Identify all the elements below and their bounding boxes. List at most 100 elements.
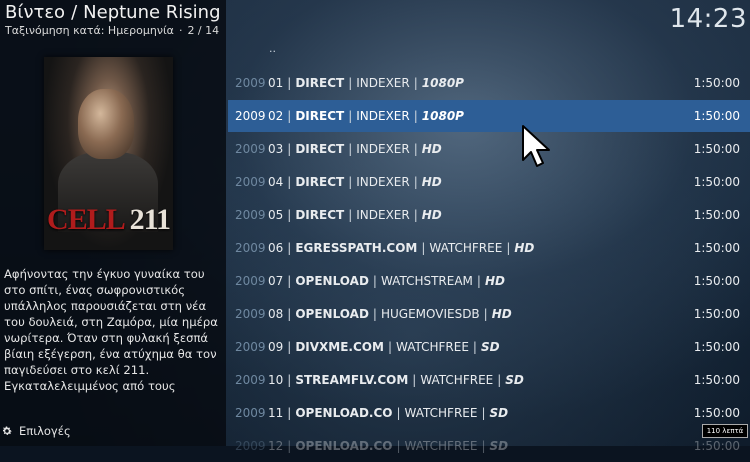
source-row[interactable]: 2009 02 | DIRECT | INDEXER | 1080P 1:50:00 — [228, 100, 750, 132]
row-number: 02 — [268, 109, 284, 123]
gear-icon — [2, 426, 12, 435]
poster-title: CELL 211 — [44, 203, 173, 237]
row-duration: 1:50:00 — [693, 307, 740, 321]
row-separator: | — [483, 307, 488, 321]
row-year: 2009 — [235, 373, 266, 387]
poster-figure-head — [78, 89, 134, 159]
row-provider: WATCHFREE — [429, 241, 503, 255]
row-separator: | — [413, 76, 418, 90]
row-quality: 1080P — [421, 76, 464, 90]
row-quality: SD — [489, 439, 509, 453]
row-label: 06 | EGRESSPATH.COM | WATCHFREE | HD — [268, 241, 680, 255]
row-duration: 1:50:00 — [693, 208, 740, 222]
row-separator: | — [287, 208, 292, 222]
row-separator: | — [287, 340, 292, 354]
row-label: 11 | OPENLOAD.CO | WATCHFREE | SD — [268, 406, 680, 420]
row-duration: 1:50:00 — [693, 76, 740, 90]
source-row[interactable]: 2009 03 | DIRECT | INDEXER | HD 1:50:00 — [228, 133, 750, 165]
row-separator: | — [506, 241, 511, 255]
row-number: 07 — [268, 274, 284, 288]
row-year: 2009 — [235, 274, 266, 288]
row-provider: INDEXER — [356, 76, 410, 90]
source-list[interactable]: .. 2009 01 | DIRECT | INDEXER | 1080P 1:50:00 200… — [228, 43, 750, 453]
row-separator: | — [348, 76, 353, 90]
row-year: 2009 — [235, 109, 266, 123]
row-provider: WATCHFREE — [396, 340, 469, 354]
row-separator: | — [372, 307, 377, 321]
row-separator: | — [348, 109, 353, 123]
row-quality: HD — [421, 142, 442, 156]
row-separator: | — [481, 439, 486, 453]
row-quality: HD — [491, 307, 512, 321]
row-source: OPENLOAD.CO — [295, 406, 393, 420]
row-year: 2009 — [235, 406, 266, 420]
parent-folder-item[interactable]: .. — [228, 43, 750, 62]
row-label: 03 | DIRECT | INDEXER | HD — [268, 142, 680, 156]
source-row[interactable]: 2009 12 | OPENLOAD.CO | WATCHFREE | SD 1:50:00 — [228, 430, 750, 462]
row-source: OPENLOAD — [295, 274, 369, 288]
row-separator: | — [287, 76, 292, 90]
source-row[interactable]: 2009 06 | EGRESSPATH.COM | WATCHFREE | HD 1:50:0… — [228, 232, 750, 264]
row-duration: 1:50:00 — [693, 439, 740, 453]
sort-label: Ταξινόμηση κατά: Ημερομηνία — [5, 24, 174, 37]
row-provider: WATCHFREE — [404, 439, 478, 453]
row-quality: HD — [421, 175, 442, 189]
row-duration: 1:50:00 — [693, 241, 740, 255]
source-row[interactable]: 2009 01 | DIRECT | INDEXER | 1080P 1:50:00 — [228, 67, 750, 99]
row-separator: | — [348, 208, 353, 222]
row-quality: SD — [505, 373, 524, 387]
row-year: 2009 — [235, 142, 266, 156]
row-separator: | — [287, 406, 292, 420]
source-row[interactable]: 2009 07 | OPENLOAD | WATCHSTREAM | HD 1:50:00 — [228, 265, 750, 297]
source-row[interactable]: 2009 09 | DIVXME.COM | WATCHFREE | SD 1:50:00 — [228, 331, 750, 363]
row-provider: WATCHFREE — [420, 373, 494, 387]
row-provider: WATCHFREE — [404, 406, 478, 420]
movie-poster: CELL 211 — [44, 57, 173, 250]
row-duration: 1:50:00 — [693, 109, 740, 123]
row-provider: INDEXER — [356, 208, 410, 222]
row-source: DIRECT — [295, 142, 345, 156]
row-provider: INDEXER — [356, 109, 410, 123]
row-number: 01 — [268, 76, 284, 90]
row-number: 12 — [268, 439, 284, 453]
row-separator: | — [287, 241, 292, 255]
row-separator: | — [412, 373, 417, 387]
row-year: 2009 — [235, 175, 266, 189]
row-separator: | — [287, 439, 292, 453]
row-quality: 1080P — [421, 109, 464, 123]
list-position: 2 / 14 — [187, 24, 220, 37]
row-separator: | — [287, 142, 292, 156]
row-source: DIRECT — [295, 109, 345, 123]
row-duration: 1:50:00 — [693, 373, 740, 387]
row-source: STREAMFLV.COM — [295, 373, 409, 387]
row-number: 11 — [268, 406, 284, 420]
row-quality: HD — [421, 208, 442, 222]
row-separator: | — [287, 307, 292, 321]
source-row[interactable]: 2009 11 | OPENLOAD.CO | WATCHFREE | SD 1:50:00 — [228, 397, 750, 429]
source-row[interactable]: 2009 10 | STREAMFLV.COM | WATCHFREE | SD 1:50:00 — [228, 364, 750, 396]
row-separator: | — [497, 373, 502, 387]
row-number: 03 — [268, 142, 284, 156]
plot-text: Αφήνοντας την έγκυο γυναίκα του στο σπίτ… — [4, 267, 218, 393]
row-separator: | — [476, 274, 481, 288]
row-label: 09 | DIVXME.COM | WATCHFREE | SD — [268, 340, 680, 354]
row-source: EGRESSPATH.COM — [295, 241, 418, 255]
source-row[interactable]: 2009 05 | DIRECT | INDEXER | HD 1:50:00 — [228, 199, 750, 231]
row-separator: | — [472, 340, 477, 354]
row-duration: 1:50:00 — [693, 142, 740, 156]
row-label: 08 | OPENLOAD | HUGEMOVIESDB | HD — [268, 307, 680, 321]
source-row[interactable]: 2009 08 | OPENLOAD | HUGEMOVIESDB | HD 1:50:00 — [228, 298, 750, 330]
row-quality: HD — [514, 241, 535, 255]
row-separator: | — [287, 109, 292, 123]
row-number: 10 — [268, 373, 284, 387]
row-source: OPENLOAD — [295, 307, 369, 321]
source-row[interactable]: 2009 04 | DIRECT | INDEXER | HD 1:50:00 — [228, 166, 750, 198]
row-source: DIVXME.COM — [295, 340, 384, 354]
row-year: 2009 — [235, 307, 266, 321]
row-separator: | — [287, 175, 292, 189]
options-label: Επιλογές — [19, 424, 71, 438]
options-button[interactable]: Επιλογές — [0, 424, 71, 438]
row-separator: | — [387, 340, 392, 354]
row-provider: INDEXER — [356, 142, 410, 156]
info-panel: Βίντεο / Neptune Rising Ταξινόμηση κατά: Η… — [0, 0, 226, 446]
